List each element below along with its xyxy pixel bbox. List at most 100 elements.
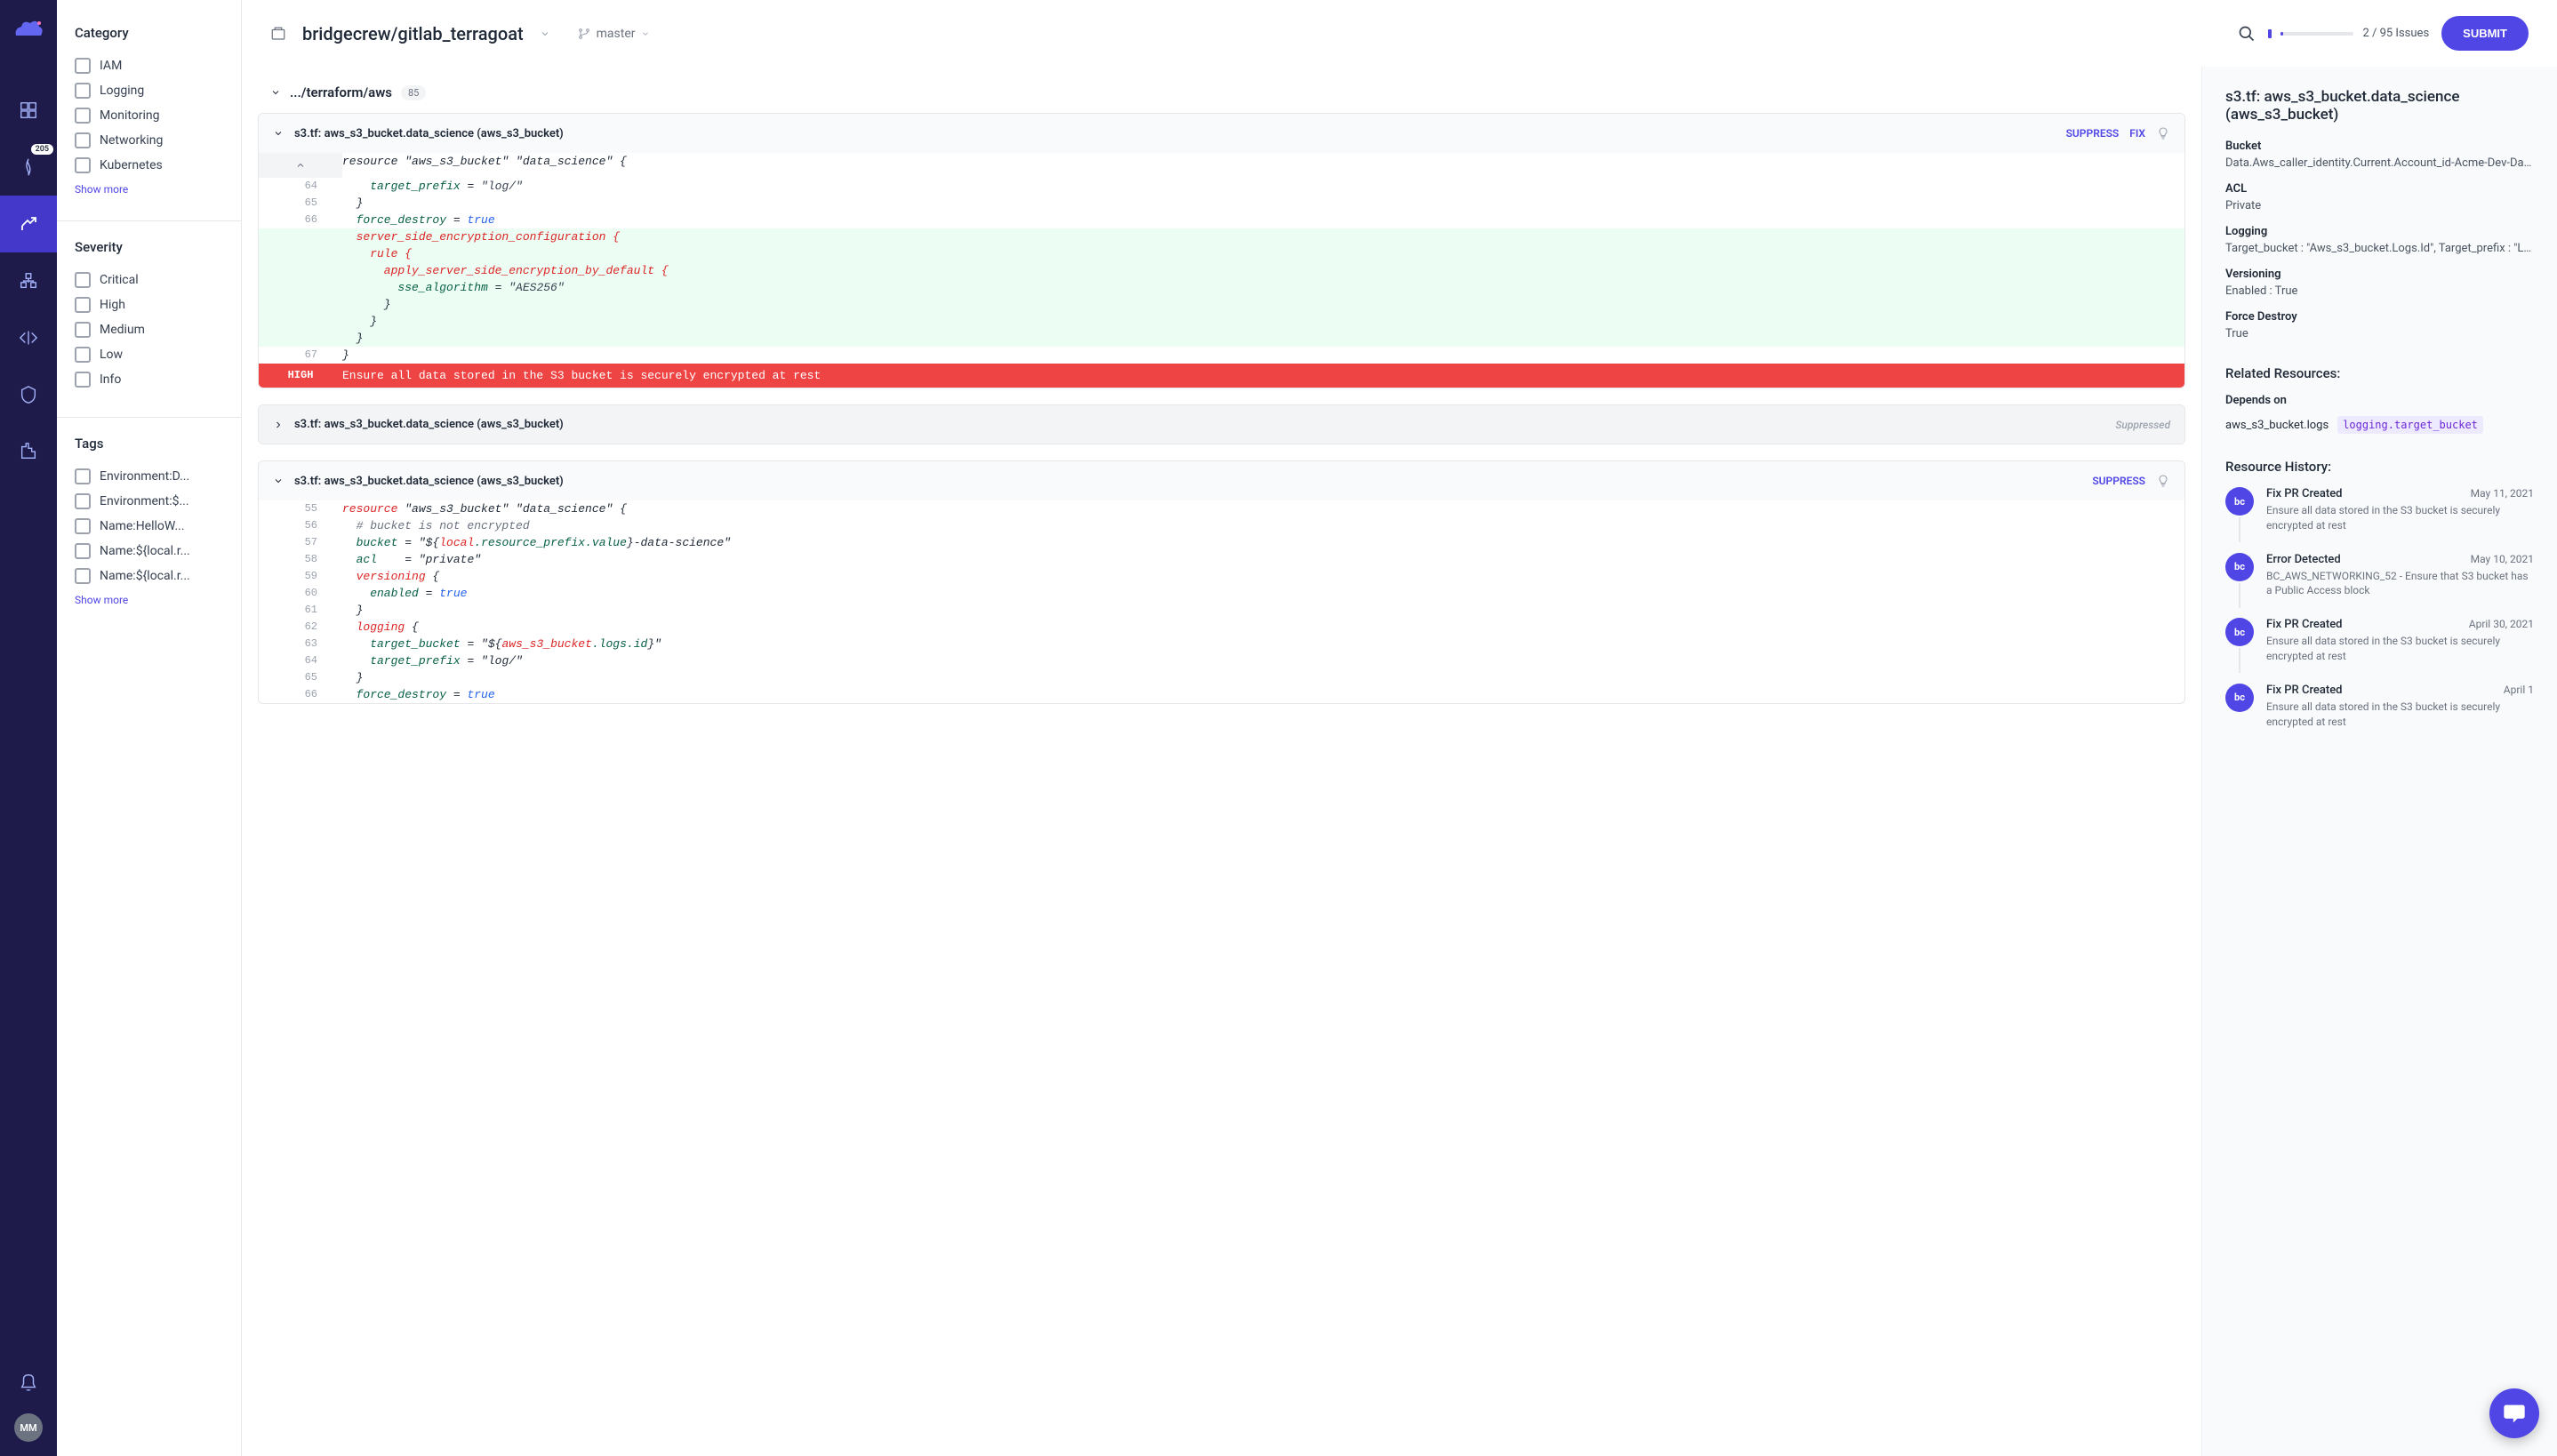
filter-option[interactable]: Logging — [75, 78, 223, 103]
issue-card: s3.tf: aws_s3_bucket.data_science (aws_s… — [258, 113, 2185, 388]
chevron-down-icon — [641, 29, 650, 38]
nav-notifications[interactable] — [0, 1372, 57, 1392]
timeline-line — [2239, 517, 2240, 542]
divider — [57, 220, 241, 221]
filter-category: Category IAM Logging Monitoring Networki… — [75, 25, 223, 196]
timeline-line — [2239, 583, 2240, 608]
history-item[interactable]: bc Fix PR CreatedApril 30, 2021Ensure al… — [2225, 618, 2534, 664]
fix-button[interactable]: FIX — [2129, 127, 2145, 140]
suppress-button[interactable]: SUPPRESS — [2092, 475, 2145, 487]
nav-integrations[interactable] — [0, 423, 57, 480]
issue-card: s3.tf: aws_s3_bucket.data_science (aws_s… — [258, 460, 2185, 704]
chat-launcher[interactable] — [2489, 1388, 2539, 1438]
filter-option[interactable]: IAM — [75, 53, 223, 78]
checkbox-icon — [75, 347, 91, 363]
brand-logo[interactable] — [12, 14, 44, 46]
progress-fill — [2280, 32, 2282, 36]
filter-option[interactable]: Name:${local.r... — [75, 564, 223, 588]
chevron-down-icon — [273, 476, 284, 486]
meta-label: Logging — [2225, 225, 2534, 238]
filter-option[interactable]: Networking — [75, 128, 223, 153]
filter-option[interactable]: Critical — [75, 268, 223, 292]
topbar: bridgecrew/gitlab_terragoat master 2 / 9… — [242, 0, 2557, 67]
progress-track — [2280, 32, 2353, 36]
issue-header[interactable]: s3.tf: aws_s3_bucket.data_science (aws_s… — [259, 405, 2184, 444]
branch-icon — [577, 27, 591, 41]
show-more-link[interactable]: Show more — [75, 183, 223, 196]
history-item[interactable]: bc Fix PR CreatedMay 11, 2021Ensure all … — [2225, 487, 2534, 533]
meta-value: True — [2225, 327, 2534, 340]
checkbox-icon — [75, 568, 91, 584]
finding-severity: HIGH — [259, 364, 342, 388]
repo-icon — [270, 26, 286, 42]
history-icon: bc — [2225, 553, 2254, 581]
checkbox-icon — [75, 322, 91, 338]
nav-security[interactable] — [0, 366, 57, 423]
checkbox-icon — [75, 372, 91, 388]
filter-title-severity: Severity — [75, 239, 223, 255]
filter-option[interactable]: High — [75, 292, 223, 317]
history-item[interactable]: bc Fix PR CreatedApril 1Ensure all data … — [2225, 684, 2534, 730]
nav-resources[interactable] — [0, 252, 57, 309]
checkbox-icon — [75, 108, 91, 124]
timeline-line — [2239, 648, 2240, 673]
nav-dashboard[interactable] — [0, 82, 57, 139]
divider — [57, 417, 241, 418]
checkbox-icon — [75, 157, 91, 173]
user-avatar[interactable]: MM — [14, 1413, 43, 1442]
code-block: resource "aws_s3_bucket" "data_science" … — [259, 153, 2184, 388]
meta-value: Data.Aws_caller_identity.Current.Account… — [2225, 156, 2534, 170]
nav-code[interactable] — [0, 309, 57, 366]
submit-button[interactable]: SUBMIT — [2441, 16, 2529, 51]
repo-title[interactable]: bridgecrew/gitlab_terragoat — [302, 23, 524, 44]
dependency-row[interactable]: aws_s3_bucket.logs logging.target_bucket — [2225, 416, 2534, 434]
history-item[interactable]: bc Error DetectedMay 10, 2021BC_AWS_NETW… — [2225, 553, 2534, 599]
issue-list: .../terraform/aws 85 s3.tf: aws_s3_bucke… — [242, 67, 2201, 1456]
filter-option[interactable]: Low — [75, 342, 223, 367]
nav-rail: 205 MM — [0, 0, 57, 1456]
issue-header[interactable]: s3.tf: aws_s3_bucket.data_science (aws_s… — [259, 114, 2184, 153]
show-more-link[interactable]: Show more — [75, 594, 223, 606]
checkbox-icon — [75, 493, 91, 509]
detail-panel: s3.tf: aws_s3_bucket.data_science (aws_s… — [2201, 67, 2557, 1456]
nav-incidents[interactable]: 205 — [0, 139, 57, 196]
filter-option[interactable]: Environment:D... — [75, 464, 223, 489]
filter-option[interactable]: Name:HelloW... — [75, 514, 223, 539]
group-count: 85 — [401, 85, 426, 100]
lightbulb-icon[interactable] — [2156, 474, 2170, 488]
nav-badge: 205 — [31, 144, 53, 155]
filter-title-category: Category — [75, 25, 223, 41]
history-icon: bc — [2225, 684, 2254, 712]
checkbox-icon — [75, 468, 91, 484]
main-area: bridgecrew/gitlab_terragoat master 2 / 9… — [242, 0, 2557, 1456]
filter-option[interactable]: Medium — [75, 317, 223, 342]
search-icon[interactable] — [2238, 25, 2256, 43]
chevron-down-icon — [273, 128, 284, 139]
filter-option[interactable]: Monitoring — [75, 103, 223, 128]
filter-option[interactable]: Environment:$... — [75, 489, 223, 514]
issue-card: s3.tf: aws_s3_bucket.data_science (aws_s… — [258, 404, 2185, 444]
history-icon: bc — [2225, 487, 2254, 516]
related-resources-title: Related Resources: — [2225, 365, 2534, 381]
filter-option[interactable]: Name:${local.r... — [75, 539, 223, 564]
group-header[interactable]: .../terraform/aws 85 — [258, 67, 2185, 113]
checkbox-icon — [75, 272, 91, 288]
suppress-button[interactable]: SUPPRESS — [2066, 127, 2120, 140]
progress-indicator: 2 / 95 Issues — [2268, 27, 2429, 40]
detail-title: s3.tf: aws_s3_bucket.data_science (aws_s… — [2225, 88, 2534, 124]
filter-option[interactable]: Kubernetes — [75, 153, 223, 178]
checkbox-icon — [75, 543, 91, 559]
lightbulb-icon[interactable] — [2156, 126, 2170, 140]
suppressed-label: Suppressed — [2115, 419, 2170, 431]
filter-title-tags: Tags — [75, 436, 223, 452]
issue-header[interactable]: s3.tf: aws_s3_bucket.data_science (aws_s… — [259, 461, 2184, 500]
collapse-toggle[interactable] — [259, 153, 342, 178]
filter-option[interactable]: Info — [75, 367, 223, 392]
meta-value: Target_bucket : "Aws_s3_bucket.Logs.Id",… — [2225, 242, 2534, 255]
checkbox-icon — [75, 297, 91, 313]
progress-marker-icon — [2268, 29, 2272, 38]
chevron-down-icon[interactable] — [540, 28, 550, 39]
branch-selector[interactable]: master — [577, 27, 650, 41]
nav-projects[interactable] — [0, 196, 57, 252]
filter-sidebar: Category IAM Logging Monitoring Networki… — [57, 0, 242, 1456]
